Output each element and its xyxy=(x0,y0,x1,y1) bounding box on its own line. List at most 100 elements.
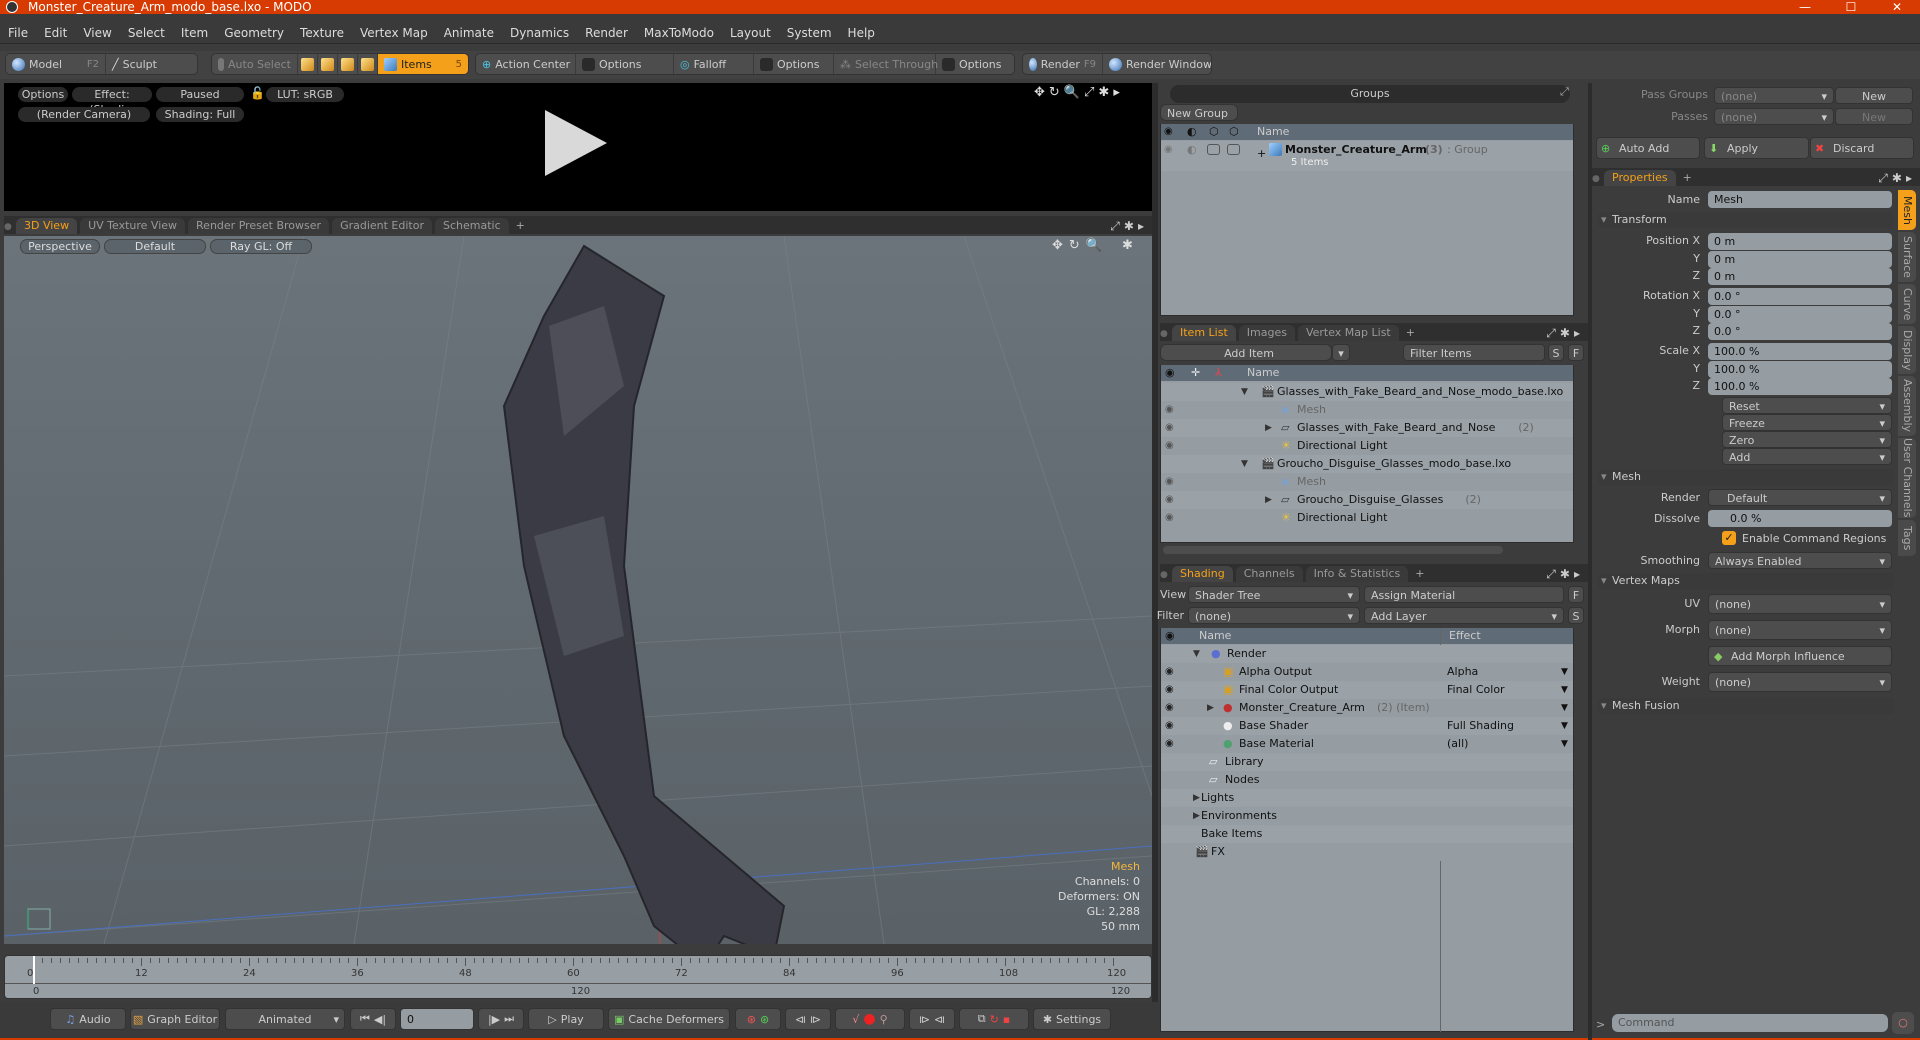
visibility-toggle[interactable]: ◉ xyxy=(1165,699,1174,717)
visibility-toggle[interactable]: ◉ xyxy=(1165,735,1174,753)
refresh-channel-icon[interactable]: ↻ xyxy=(990,1013,999,1026)
range-start-icon[interactable]: ⧐ xyxy=(919,1013,930,1026)
arrow-right-icon[interactable]: ▸ xyxy=(1574,567,1584,581)
side-tab-tags[interactable]: Tags xyxy=(1898,520,1916,556)
effect-dropdown-icon[interactable]: ▼ xyxy=(1561,681,1568,699)
lut-dropdown[interactable]: LUT: sRGB xyxy=(266,87,344,102)
freeze-dropdown[interactable]: Freeze xyxy=(1722,414,1892,432)
action-center-options-button[interactable]: Options xyxy=(576,54,674,74)
tab-3d-view[interactable]: 3D View xyxy=(16,218,78,234)
view-dropdown[interactable]: Shader Tree xyxy=(1188,586,1360,604)
panel-divider[interactable] xyxy=(1152,83,1158,1040)
side-tab-curve[interactable]: Curve xyxy=(1898,284,1916,324)
sculpt-mode-button[interactable]: ╱ Sculpt xyxy=(106,54,163,74)
morph-dropdown[interactable]: (none) xyxy=(1708,620,1892,641)
menu-layout[interactable]: Layout xyxy=(722,22,779,44)
collapse-arrow-icon[interactable]: ▼ xyxy=(1193,645,1200,663)
move-icon[interactable]: ✥ xyxy=(1034,85,1049,100)
add-item-button[interactable]: Add Item xyxy=(1160,344,1332,361)
item-list-row[interactable]: ◉ ▶ ▱ Groucho_Disguise_Glasses (2) xyxy=(1161,491,1573,509)
tab-render-preset-browser[interactable]: Render Preset Browser xyxy=(188,218,330,234)
clear-channel-icon[interactable]: ▪ xyxy=(1003,1013,1010,1026)
projection-dropdown[interactable]: Perspective xyxy=(20,239,100,254)
preview-paused-button[interactable]: Paused xyxy=(156,87,244,102)
tab-item-list[interactable]: Item List xyxy=(1172,325,1236,341)
expand-arrow-icon[interactable]: ▶ xyxy=(1193,807,1200,825)
preview-options-button[interactable]: Options xyxy=(18,87,68,102)
arrow-right-icon[interactable]: ▸ xyxy=(1138,219,1148,233)
item-list-row[interactable]: ▼ 🎬 Groucho_Disguise_Glasses_modo_base.lxo xyxy=(1161,455,1573,473)
expand-arrow-icon[interactable]: ▶ xyxy=(1265,491,1272,509)
maximize-button[interactable]: ☐ xyxy=(1828,0,1874,14)
auto-add-button[interactable]: ⊕ Auto Add xyxy=(1596,137,1700,159)
close-button[interactable]: ✕ xyxy=(1874,0,1920,14)
3d-viewport[interactable]: Perspective Default Ray GL: Off ✥↻🔍 ✱ Mes… xyxy=(4,236,1152,944)
zero-dropdown[interactable]: Zero xyxy=(1722,431,1892,449)
rotation-x-input[interactable]: 0.0 ° xyxy=(1708,288,1892,305)
maximize-icon[interactable]: ⤢ xyxy=(1110,219,1124,233)
new-pass-group-button[interactable]: New xyxy=(1835,87,1913,104)
collapse-arrow-icon[interactable]: ▼ xyxy=(1241,455,1248,473)
style-dropdown[interactable]: Default xyxy=(104,239,206,254)
menu-edit[interactable]: Edit xyxy=(36,22,75,44)
select-materials-button[interactable] xyxy=(358,54,378,74)
item-list-row[interactable]: ◉ ◈ Mesh xyxy=(1161,401,1573,419)
lock-toggle[interactable] xyxy=(1207,144,1220,155)
mesh-fusion-section[interactable]: Mesh Fusion xyxy=(1598,698,1894,714)
expand-arrow-icon[interactable]: ▶ xyxy=(1265,419,1272,437)
filter-dropdown[interactable]: (none) xyxy=(1188,607,1360,625)
arrow-right-icon[interactable]: ▸ xyxy=(1113,85,1124,100)
vertex-maps-section[interactable]: Vertex Maps xyxy=(1598,573,1894,589)
arrow-right-icon[interactable]: ▸ xyxy=(1574,326,1584,340)
assign-material-button[interactable]: Assign Material xyxy=(1364,586,1564,603)
select-toggle[interactable] xyxy=(1227,144,1240,155)
graph-editor-button[interactable]: ▧ Graph Editor xyxy=(130,1008,220,1030)
go-end-icon[interactable]: ⏭ xyxy=(504,1012,514,1026)
position-y-input[interactable]: 0 m xyxy=(1708,251,1892,268)
visibility-toggle[interactable]: ◉ xyxy=(1165,473,1174,491)
select-edges-button[interactable] xyxy=(318,54,338,74)
tab-channels[interactable]: Channels xyxy=(1235,566,1303,582)
shader-tree-row[interactable]: ▼ ● Render xyxy=(1161,645,1573,663)
item-list-row[interactable]: ▼ 🎬 Glasses_with_Fake_Beard_and_Nose_modo_… xyxy=(1161,383,1573,401)
side-tab-mesh[interactable]: Mesh xyxy=(1898,190,1916,230)
items-mode-button[interactable]: Items 5 xyxy=(378,54,468,74)
render-toggle[interactable]: ◐ xyxy=(1187,141,1197,159)
tab-vertex-map-list[interactable]: Vertex Map List xyxy=(1297,325,1399,341)
visibility-toggle[interactable]: ◉ xyxy=(1165,491,1174,509)
effect-dropdown-icon[interactable]: ▼ xyxy=(1561,699,1568,717)
weight-dropdown[interactable]: (none) xyxy=(1708,672,1892,693)
visibility-toggle[interactable]: ◉ xyxy=(1165,717,1174,735)
scale-x-input[interactable]: 100.0 % xyxy=(1708,343,1892,360)
mesh-section[interactable]: Mesh xyxy=(1598,469,1894,485)
range-buttons[interactable]: ⧐ ⧏ xyxy=(909,1008,955,1030)
gear-icon[interactable]: ✱ xyxy=(1098,85,1113,100)
go-start-icon[interactable]: ⏮ xyxy=(360,1012,370,1026)
shader-tree-row[interactable]: ▱ Library xyxy=(1161,753,1573,771)
unlock-icon[interactable]: 🔓 xyxy=(250,86,265,100)
zoom-icon[interactable]: 🔍 xyxy=(1086,238,1108,253)
item-list-row[interactable]: ◉ ☀ Directional Light xyxy=(1161,509,1573,527)
scale-z-input[interactable]: 100.0 % xyxy=(1708,378,1892,395)
maximize-icon[interactable]: ⤢ xyxy=(1560,85,1569,99)
minimize-button[interactable]: — xyxy=(1782,0,1828,14)
maximize-icon[interactable]: ⤢ xyxy=(1546,567,1560,581)
tab-info-statistics[interactable]: Info & Statistics xyxy=(1305,566,1409,582)
reset-dropdown[interactable]: Reset xyxy=(1722,397,1892,415)
smoothing-dropdown[interactable]: Always Enabled xyxy=(1708,552,1892,570)
item-list-row[interactable]: ◉ ▶ ▱ Glasses_with_Fake_Beard_and_Nose (2) xyxy=(1161,419,1573,437)
tab-schematic[interactable]: Schematic xyxy=(435,218,509,234)
add-key-icon[interactable]: ⊛ xyxy=(747,1013,756,1026)
gear-icon[interactable]: ✱ xyxy=(1560,326,1574,340)
shading-s-button[interactable]: S xyxy=(1568,607,1584,624)
effect-dropdown-icon[interactable]: ▼ xyxy=(1561,663,1568,681)
visibility-toggle[interactable]: ◉ xyxy=(1165,401,1174,419)
zoom-icon[interactable]: 🔍 xyxy=(1064,85,1084,100)
select-polygons-button[interactable] xyxy=(338,54,358,74)
select-through-button[interactable]: ⁂ Select Through xyxy=(834,54,938,74)
new-pass-button[interactable]: New xyxy=(1835,108,1913,125)
expand-icon[interactable]: + xyxy=(1257,145,1266,163)
timeline[interactable]: 0 12 24 36 48 60 72 84 96 108 120 0 120 120 xyxy=(4,955,1152,999)
render-button[interactable]: Render F9 xyxy=(1023,54,1103,74)
passes-dropdown[interactable]: (none) xyxy=(1714,108,1834,126)
